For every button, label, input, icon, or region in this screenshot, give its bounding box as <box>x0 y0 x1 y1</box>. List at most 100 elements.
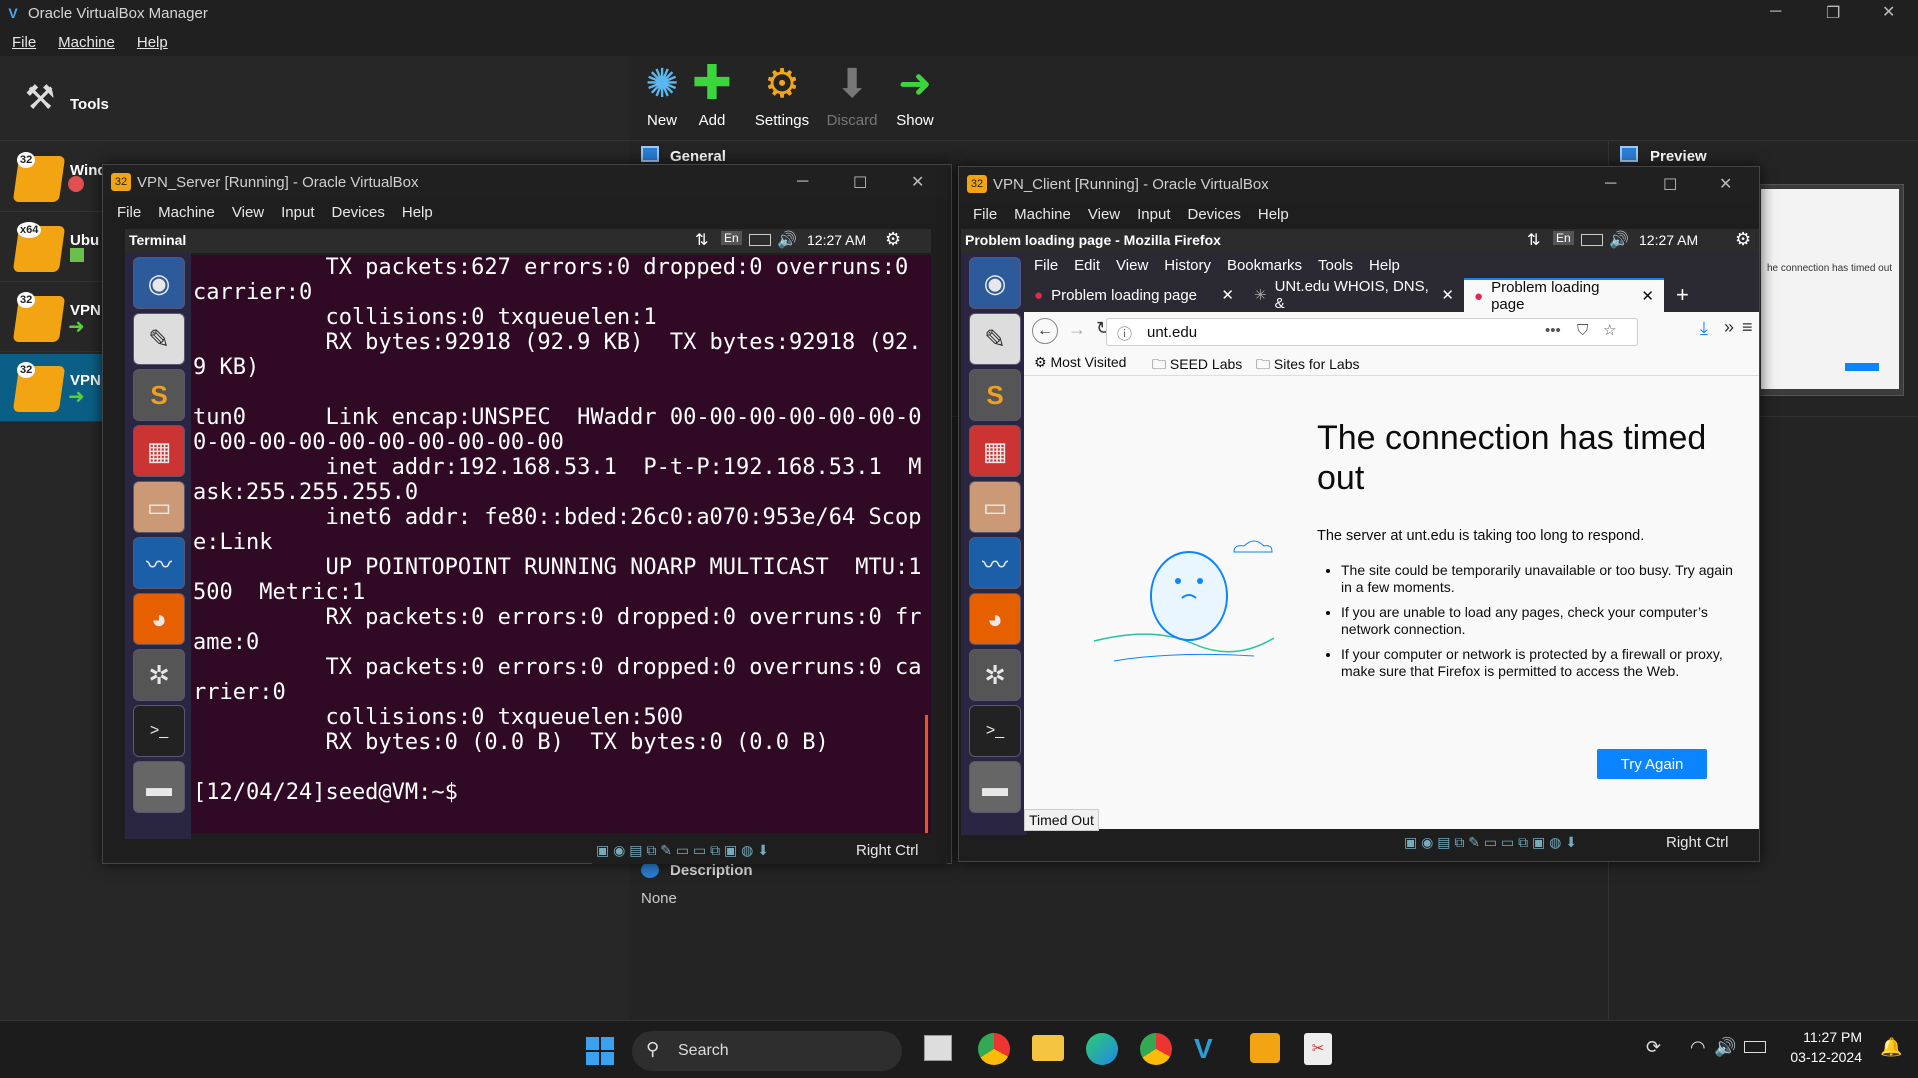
file-cabinet-icon[interactable]: ▭ <box>969 481 1021 533</box>
settings-button[interactable]: ⚙ Settings <box>747 62 817 129</box>
bookmark-seed-labs[interactable]: 🗀 SEED Labs <box>1152 354 1242 378</box>
tab-problem-loading-1[interactable]: ● Problem loading page ✕ <box>1024 278 1244 312</box>
keyboard-lang-indicator[interactable]: En <box>721 231 742 245</box>
tab-unt-whois[interactable]: ✳ UNt.edu WHOIS, DNS, & ✕ <box>1244 278 1464 312</box>
firefox-icon[interactable]: ◕ <box>969 593 1021 645</box>
network-arrows-icon[interactable]: ⇅ <box>1527 230 1540 250</box>
sublime-text-icon[interactable]: S <box>133 369 185 421</box>
forward-arrow-icon[interactable]: → <box>1068 319 1086 340</box>
virtualbox-taskbar-icon[interactable]: V <box>1194 1033 1213 1065</box>
tray-date[interactable]: 03-12-2024 <box>1784 1049 1862 1065</box>
menu-view[interactable]: View <box>1088 206 1120 223</box>
menu-machine[interactable]: Machine <box>58 34 115 51</box>
system-gear-icon[interactable]: ⚙ <box>1735 229 1751 250</box>
chrome-icon[interactable] <box>978 1033 1010 1065</box>
chrome-profile-icon[interactable] <box>1140 1033 1172 1065</box>
system-gear-icon[interactable]: ⚙ <box>885 229 901 250</box>
tab-problem-loading-2[interactable]: ● Problem loading page ✕ <box>1464 278 1664 313</box>
maximize-icon[interactable]: ☐ <box>853 173 867 193</box>
firefox-icon[interactable]: ◕ <box>133 593 185 645</box>
vm-taskbar-icon[interactable] <box>1250 1033 1280 1063</box>
url-bar[interactable]: ⓘ unt.edu ••• ⛉ ☆ <box>1106 318 1638 346</box>
menu-devices[interactable]: Devices <box>1188 206 1241 223</box>
menu-help[interactable]: Help <box>137 34 168 51</box>
start-button-icon[interactable] <box>586 1037 614 1065</box>
task-view-icon[interactable] <box>924 1035 952 1061</box>
new-tab-icon[interactable]: + <box>1676 282 1689 308</box>
sublime-text-icon[interactable]: S <box>969 369 1021 421</box>
system-settings-icon[interactable]: ✲ <box>969 649 1021 701</box>
ff-menu-history[interactable]: History <box>1164 257 1211 274</box>
minimize-icon[interactable]: ─ <box>797 173 808 191</box>
network-arrows-icon[interactable]: ⇅ <box>695 230 708 250</box>
menu-input[interactable]: Input <box>1137 206 1170 223</box>
wireshark-icon[interactable]: 〰 <box>133 537 185 589</box>
try-again-button[interactable]: Try Again <box>1597 749 1707 779</box>
text-editor-icon[interactable]: ✎ <box>969 313 1021 365</box>
page-actions-icon[interactable]: ••• <box>1545 322 1561 339</box>
file-explorer-icon[interactable] <box>1032 1035 1064 1061</box>
trash-icon[interactable]: ▬ <box>133 761 185 813</box>
menu-input[interactable]: Input <box>281 204 314 221</box>
back-arrow-icon[interactable]: ← <box>1032 318 1058 344</box>
clock[interactable]: 12:27 AM <box>1639 232 1698 248</box>
hamburger-menu-icon[interactable]: ≡ <box>1742 317 1753 338</box>
text-editor-icon[interactable]: ✎ <box>133 313 185 365</box>
wifi-icon[interactable]: ◠ <box>1690 1037 1706 1058</box>
menu-help[interactable]: Help <box>1258 206 1289 223</box>
tray-time[interactable]: 11:27 PM <box>1792 1029 1862 1045</box>
edge-icon[interactable] <box>1086 1033 1118 1065</box>
bookmark-sites-for-labs[interactable]: 🗀 Sites for Labs <box>1256 354 1360 378</box>
terminal-scrollbar[interactable] <box>925 715 928 833</box>
dash-home-icon[interactable]: ◉ <box>133 257 185 309</box>
general-section-title[interactable]: General <box>670 148 726 165</box>
dash-home-icon[interactable]: ◉ <box>969 257 1021 309</box>
add-button[interactable]: ✚ Add <box>677 60 747 130</box>
ff-menu-view[interactable]: View <box>1116 257 1148 274</box>
show-button[interactable]: ➜ Show <box>880 62 950 129</box>
battery-tray-icon[interactable] <box>1744 1041 1766 1053</box>
bookmark-star-icon[interactable]: ☆ <box>1603 321 1616 339</box>
menu-file[interactable]: File <box>117 204 141 221</box>
wireshark-icon[interactable]: 〰 <box>969 537 1021 589</box>
taskbar-search-box[interactable]: ⚲ Search <box>632 1031 902 1071</box>
terminator-icon[interactable]: ▦ <box>133 425 185 477</box>
close-icon[interactable]: ✕ <box>1719 174 1732 194</box>
menu-devices[interactable]: Devices <box>332 204 385 221</box>
minimize-icon[interactable]: ─ <box>1605 175 1616 193</box>
status-device-icons[interactable]: ▣ ◉ ▤ ⧉ ✎ ▭ ▭ ⧉ ▣ ◍ ⬇ <box>1404 834 1577 851</box>
volume-icon[interactable]: 🔊 <box>777 230 797 250</box>
info-icon[interactable]: ⓘ <box>1117 323 1132 344</box>
ff-menu-edit[interactable]: Edit <box>1074 257 1100 274</box>
ff-menu-bookmarks[interactable]: Bookmarks <box>1227 257 1302 274</box>
menu-file[interactable]: File <box>973 206 997 223</box>
ff-menu-tools[interactable]: Tools <box>1318 257 1353 274</box>
terminal-icon[interactable]: >_ <box>133 705 185 757</box>
downloads-icon[interactable]: ⤓ <box>1700 318 1708 339</box>
menu-machine[interactable]: Machine <box>1014 206 1071 223</box>
restore-icon[interactable]: ❐ <box>1826 3 1840 23</box>
overflow-menu-icon[interactable]: » <box>1724 317 1734 338</box>
system-settings-icon[interactable]: ✲ <box>133 649 185 701</box>
terminator-icon[interactable]: ▦ <box>969 425 1021 477</box>
volume-tray-icon[interactable]: 🔊 <box>1714 1037 1736 1058</box>
bookmark-most-visited[interactable]: ⚙ Most Visited <box>1034 354 1126 371</box>
tab-close-icon[interactable]: ✕ <box>1441 286 1454 304</box>
close-icon[interactable]: ✕ <box>1882 2 1895 22</box>
notification-bell-icon[interactable]: 🔔 <box>1880 1037 1902 1058</box>
tab-close-icon[interactable]: ✕ <box>1221 286 1234 304</box>
discard-button[interactable]: ⬇ Discard <box>817 62 887 129</box>
terminal-output[interactable]: TX packets:627 errors:0 dropped:0 overru… <box>191 255 931 833</box>
minimize-icon[interactable]: ─ <box>1770 3 1781 21</box>
keyboard-lang-indicator[interactable]: En <box>1553 231 1574 245</box>
file-cabinet-icon[interactable]: ▭ <box>133 481 185 533</box>
battery-icon[interactable] <box>749 234 771 246</box>
clock[interactable]: 12:27 AM <box>807 232 866 248</box>
maximize-icon[interactable]: ☐ <box>1663 175 1677 195</box>
menu-view[interactable]: View <box>232 204 264 221</box>
battery-icon[interactable] <box>1581 234 1603 246</box>
menu-help[interactable]: Help <box>402 204 433 221</box>
refresh-tray-icon[interactable]: ⟳ <box>1646 1037 1661 1058</box>
ff-menu-help[interactable]: Help <box>1369 257 1400 274</box>
menu-machine[interactable]: Machine <box>158 204 215 221</box>
